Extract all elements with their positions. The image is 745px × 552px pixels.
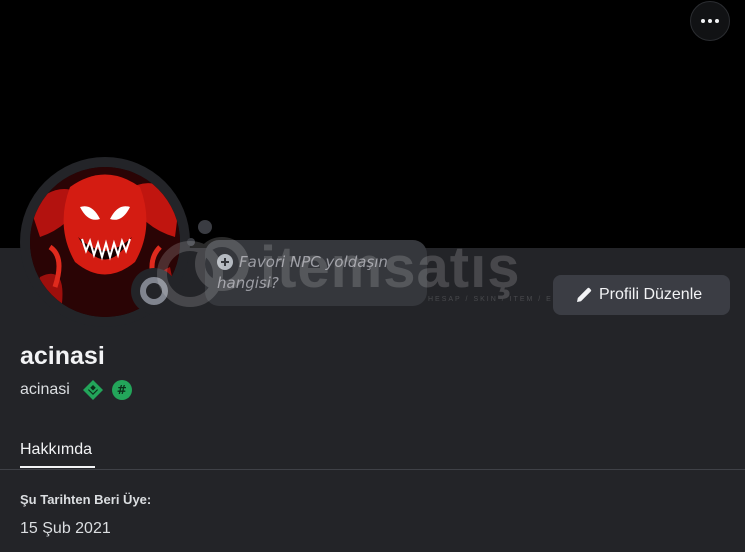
hashtag-badge-icon[interactable]: # (111, 380, 132, 400)
display-name: acinasi (20, 342, 105, 370)
active-tab-indicator (20, 466, 95, 468)
more-horizontal-icon (701, 19, 719, 23)
tab-divider (0, 469, 745, 470)
status-bubble-dot (187, 238, 195, 246)
more-options-button[interactable] (690, 1, 730, 41)
edit-profile-label: Profili Düzenle (599, 286, 703, 303)
pencil-icon (575, 286, 593, 304)
username[interactable]: acinasi (20, 381, 70, 399)
member-since-value: 15 Şub 2021 (20, 520, 111, 537)
username-row: acinasi # (20, 379, 132, 401)
custom-status-bubble[interactable]: Favori NPC yoldaşın hangisi? (205, 240, 427, 306)
add-status-icon (217, 254, 233, 270)
nitro-diamond-icon[interactable] (82, 379, 104, 401)
edit-profile-button[interactable]: Profili Düzenle (553, 275, 730, 315)
member-since-label: Şu Tarihten Beri Üye: (20, 492, 152, 507)
status-placeholder-text: Favori NPC yoldaşın hangisi? (217, 253, 388, 292)
status-bubble-dot (198, 220, 212, 234)
tab-about[interactable]: Hakkımda (20, 441, 92, 459)
offline-status-icon (140, 277, 168, 305)
